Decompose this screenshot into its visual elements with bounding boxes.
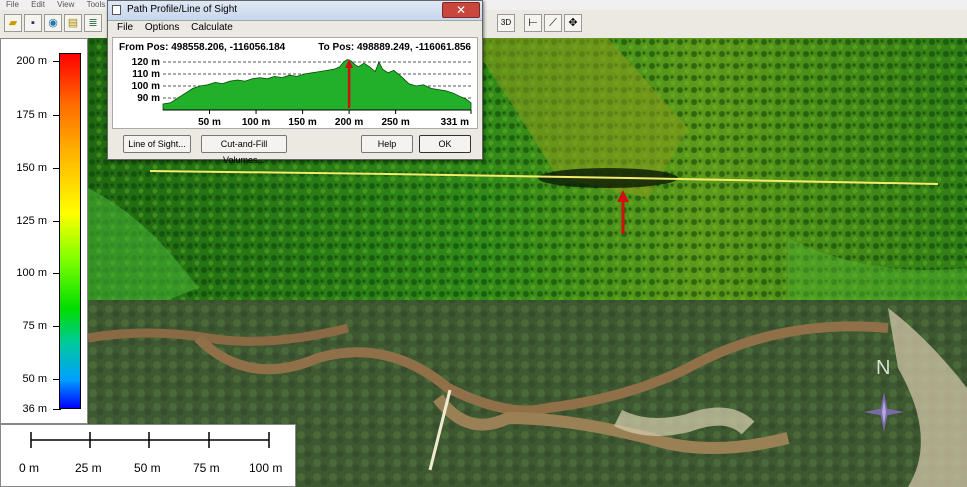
line-of-sight-button[interactable]: Line of Sight... [123,135,191,153]
menu-tools[interactable]: Tools [87,0,106,10]
compass-north-label: N [876,357,890,379]
scale-label: 75 m [193,461,220,475]
dialog-menu-bar: File Options Calculate [108,22,233,36]
elevation-legend: 200 m 175 m 150 m 125 m 100 m 75 m 50 m … [0,38,88,424]
menu-edit[interactable]: Edit [31,0,45,10]
path-profile-icon[interactable]: ⊢ [524,14,542,32]
dialog-menu-calculate[interactable]: Calculate [191,22,233,33]
legend-tick: 125 m [9,215,61,227]
y-tick-label: 90 m [137,93,160,104]
profile-chart[interactable]: 120 m110 m100 m90 m50 m 100 m 150 m 200 m 25… [113,38,477,128]
compass-rose-icon: N [864,357,904,432]
menu-file[interactable]: File [6,0,19,10]
scale-bar-ruler [30,432,270,448]
scale-label: 100 m [249,461,283,475]
x-tick-label: 50 m [198,117,221,128]
y-tick-label: 120 m [132,57,160,68]
legend-tick: 75 m [9,320,61,332]
help-button[interactable]: Help [361,135,413,153]
x-tick-label: 250 m [381,117,409,128]
legend-tick: 36 m [9,403,61,415]
legend-tick: 100 m [9,267,61,279]
dialog-menu-options[interactable]: Options [145,22,179,33]
dialog-title: Path Profile/Line of Sight [127,4,238,15]
dialog-menu-file[interactable]: File [117,22,133,33]
x-tick-label: 100 m [242,117,270,128]
window-icon [112,5,121,15]
profile-plot-panel: From Pos: 498558.206, -116056.184 To Pos… [112,37,478,129]
scale-label: 25 m [75,461,102,475]
y-tick-label: 110 m [132,69,160,80]
catalog-icon[interactable]: ▤ [64,14,82,32]
3d-view-icon[interactable]: 3D [497,14,515,32]
scale-label: 50 m [134,461,161,475]
profile-area [162,59,472,111]
dialog-title-bar[interactable]: Path Profile/Line of Sight ✕ [108,1,482,21]
pan-icon[interactable]: ✥ [564,14,582,32]
x-tick-label: 150 m [288,117,316,128]
legend-tick: 50 m [9,373,61,385]
y-tick-label: 100 m [132,81,160,92]
scale-bar: 0 m 25 m 50 m 75 m 100 m [0,424,296,487]
legend-tick: 175 m [9,109,61,121]
path-profile-dialog: Path Profile/Line of Sight ✕ File Option… [107,0,483,165]
legend-tick: 150 m [9,162,61,174]
open-folder-icon[interactable]: ▰ [4,14,22,32]
ok-button[interactable]: OK [419,135,471,153]
legend-tick: 200 m [9,55,61,67]
menu-view[interactable]: View [57,0,74,10]
cut-and-fill-button[interactable]: Cut-and-Fill Volumes... [201,135,287,165]
layers-icon[interactable]: ≣ [84,14,102,32]
globe-icon[interactable]: ◉ [44,14,62,32]
x-tick-label: 200 m [335,117,363,128]
distance-icon[interactable]: ⟋ [544,14,562,32]
x-tick-label: 331 m [441,117,469,128]
close-button[interactable]: ✕ [442,2,480,18]
elevation-color-ramp [59,53,81,409]
save-icon[interactable]: ▪ [24,14,42,32]
scale-label: 0 m [19,461,40,475]
